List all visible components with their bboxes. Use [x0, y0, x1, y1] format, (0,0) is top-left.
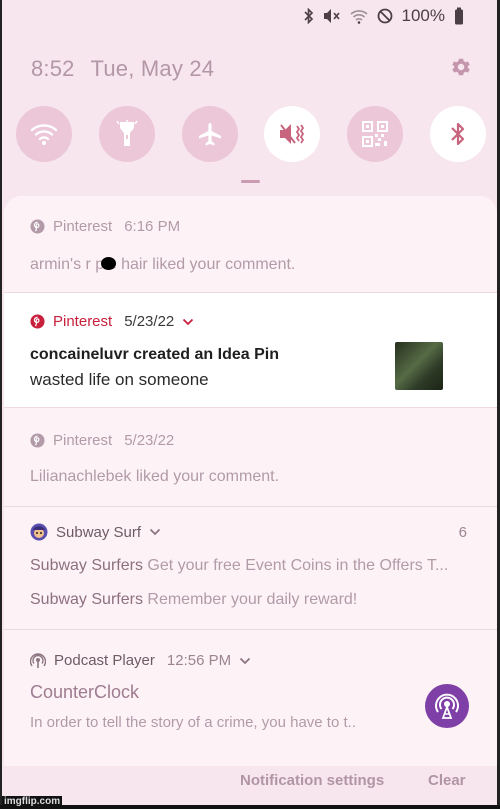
idea-pin-thumbnail [395, 342, 443, 390]
clock-time: 8:52 [31, 56, 75, 81]
airplane-icon [198, 123, 221, 146]
redaction-mark [101, 257, 116, 270]
grouped-message: Subway Surfers Remember your daily rewar… [30, 591, 357, 609]
app-name: Pinterest [53, 218, 113, 235]
notification-time: 5/23/22 [124, 313, 175, 330]
app-name: Subway Surf [56, 523, 142, 541]
notification-footer: Notification settings Clear [4, 766, 497, 805]
grouped-message: Subway Surfers Get your free Event Coins… [30, 557, 448, 575]
notification-header: Pinterest 6:16 PM [30, 218, 180, 235]
pinterest-icon [30, 433, 45, 448]
battery-icon [455, 7, 463, 25]
notification-text: armin's r ple hair liked your comment. [30, 256, 296, 273]
notification-title: concaineluvr created an Idea Pin [30, 346, 279, 363]
notification-text: In order to tell the story of a crime, y… [30, 714, 356, 731]
pinterest-icon [30, 219, 45, 234]
notification-text: Lilianachlebek liked your comment. [30, 468, 280, 485]
wifi-icon [349, 9, 368, 24]
notification-panel: Pinterest 6:16 PM armin's r ple hair lik… [4, 196, 497, 766]
notification-podcast-player[interactable]: Podcast Player 12:56 PM CounterClock In … [4, 630, 497, 766]
pinterest-icon [30, 314, 45, 329]
chevron-down-icon[interactable] [182, 318, 194, 326]
message-text: Get your free Event Coins in the Offers … [147, 557, 449, 574]
battery-percentage: 100% [401, 6, 445, 25]
airplane-mode-toggle[interactable] [181, 106, 238, 162]
status-bar: 100% [303, 6, 464, 26]
clear-button[interactable]: Clear [428, 772, 466, 789]
mute-icon [280, 124, 305, 144]
subway-surf-icon [30, 523, 48, 541]
message-text: Remember your daily reward! [147, 591, 358, 608]
notification-header: Podcast Player 12:56 PM [30, 652, 251, 669]
message-sender: Subway Surfers [30, 591, 143, 608]
notification-settings-button[interactable]: Notification settings [240, 772, 384, 789]
qr-code-icon [362, 121, 389, 147]
message-sender: Subway Surfers [30, 557, 143, 574]
notification-count: 6 [458, 524, 467, 541]
notification-header: Pinterest 5/23/22 [30, 432, 174, 449]
podcast-artwork-icon [425, 684, 469, 728]
notification-header: Subway Surf [30, 523, 161, 541]
chevron-down-icon[interactable] [239, 657, 251, 665]
flashlight-toggle[interactable] [98, 106, 155, 162]
notification-title: CounterClock [30, 682, 140, 702]
notification-time: 12:56 PM [166, 652, 232, 669]
wifi-toggle[interactable] [16, 106, 72, 162]
date-time: 8:52 Tue, May 24 [31, 56, 224, 82]
screen-edge-left [0, 0, 2, 809]
gear-icon[interactable] [450, 56, 472, 78]
notification-pinterest-1[interactable]: Pinterest 6:16 PM armin's r ple hair lik… [4, 196, 497, 293]
mute-icon [323, 9, 340, 23]
app-name: Pinterest [53, 313, 113, 330]
notification-time: 6:16 PM [124, 218, 181, 235]
screen-edge-bottom [0, 805, 500, 809]
quick-settings-row [16, 106, 486, 162]
notification-subway-surf[interactable]: Subway Surf 6 Subway Surfers Get your fr… [4, 507, 497, 630]
wifi-icon [30, 124, 58, 145]
bluetooth-icon [303, 8, 313, 24]
notification-pinterest-3[interactable]: Pinterest 5/23/22 Lilianachlebek liked y… [4, 408, 497, 507]
qr-scanner-toggle[interactable] [347, 106, 404, 162]
flashlight-icon [116, 120, 138, 146]
bluetooth-icon [451, 122, 465, 146]
date-label: Tue, May 24 [90, 56, 215, 81]
chevron-down-icon[interactable] [149, 528, 161, 536]
app-name: Pinterest [53, 432, 113, 449]
do-not-disturb-icon [377, 8, 392, 24]
bluetooth-toggle[interactable] [429, 106, 486, 162]
notification-time: 5/23/22 [124, 432, 175, 449]
app-name: Podcast Player [54, 652, 155, 669]
panel-drag-handle[interactable] [241, 180, 260, 183]
sound-toggle[interactable] [264, 106, 321, 162]
podcast-icon [30, 652, 46, 668]
notification-text: wasted life on someone [30, 370, 209, 389]
notification-header: Pinterest 5/23/22 [30, 313, 194, 330]
imgflip-watermark: imgflip.com [2, 796, 63, 807]
